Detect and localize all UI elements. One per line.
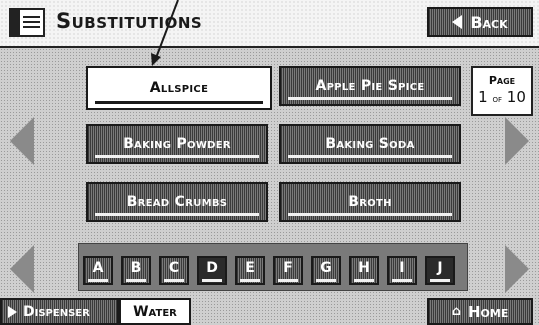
alphabet-strip: A B C D E F G H I J <box>78 243 468 291</box>
page-label: Page <box>488 74 516 87</box>
item-label: Broth <box>348 194 392 210</box>
item-button-apple-pie-spice[interactable]: Apple Pie Spice <box>279 66 461 106</box>
triangle-left-icon <box>452 15 463 29</box>
item-label: Baking Soda <box>325 136 415 152</box>
home-label: Home <box>467 302 509 321</box>
letter-button-g[interactable]: G <box>311 256 341 285</box>
back-button-label: Back <box>470 12 508 32</box>
letter-button-c[interactable]: C <box>159 256 189 285</box>
letter-button-a[interactable]: A <box>83 256 113 285</box>
item-label: Allspice <box>149 80 209 96</box>
house-icon: ⌂ <box>451 304 461 319</box>
item-button-bread-crumbs[interactable]: Bread Crumbs <box>86 182 268 222</box>
triangle-right-icon <box>8 305 17 318</box>
letter-button-d[interactable]: D <box>197 256 227 285</box>
dispenser-label: Dispenser <box>23 303 90 320</box>
water-label: Water <box>133 303 177 320</box>
item-button-broth[interactable]: Broth <box>279 182 461 222</box>
back-button[interactable]: Back <box>427 7 533 37</box>
page-of: of <box>492 94 502 105</box>
alphabet-next-arrow-icon[interactable] <box>505 245 529 293</box>
item-label: Bread Crumbs <box>126 194 228 210</box>
arrow-left-icon[interactable] <box>10 117 34 165</box>
letter-button-i[interactable]: I <box>387 256 417 285</box>
page-indicator: Page 1 of 10 <box>471 66 533 116</box>
page-title: Substitutions <box>56 9 203 33</box>
item-button-baking-soda[interactable]: Baking Soda <box>279 124 461 164</box>
letter-button-b[interactable]: B <box>121 256 151 285</box>
page-current: 1 <box>478 88 488 106</box>
water-tab[interactable]: Water <box>119 298 191 325</box>
header-bar: Substitutions Back <box>0 0 539 48</box>
page-total: 10 <box>506 88 526 106</box>
letter-button-j[interactable]: J <box>425 256 455 285</box>
item-label: Baking Powder <box>123 136 231 152</box>
letter-button-f[interactable]: F <box>273 256 303 285</box>
screen: Substitutions Back Allspice Apple Pie Sp… <box>0 0 539 325</box>
arrow-right-icon[interactable] <box>505 117 529 165</box>
letter-button-e[interactable]: E <box>235 256 265 285</box>
item-label: Apple Pie Spice <box>315 78 425 94</box>
alphabet-prev-arrow-icon[interactable] <box>10 245 34 293</box>
letter-button-h[interactable]: H <box>349 256 379 285</box>
recipe-book-icon <box>9 8 45 37</box>
home-button[interactable]: ⌂ Home <box>427 298 533 325</box>
bottom-bar: Dispenser Water ⌂ Home <box>0 295 539 325</box>
item-button-baking-powder[interactable]: Baking Powder <box>86 124 268 164</box>
item-button-allspice[interactable]: Allspice <box>86 66 272 110</box>
dispenser-button[interactable]: Dispenser <box>0 298 119 325</box>
